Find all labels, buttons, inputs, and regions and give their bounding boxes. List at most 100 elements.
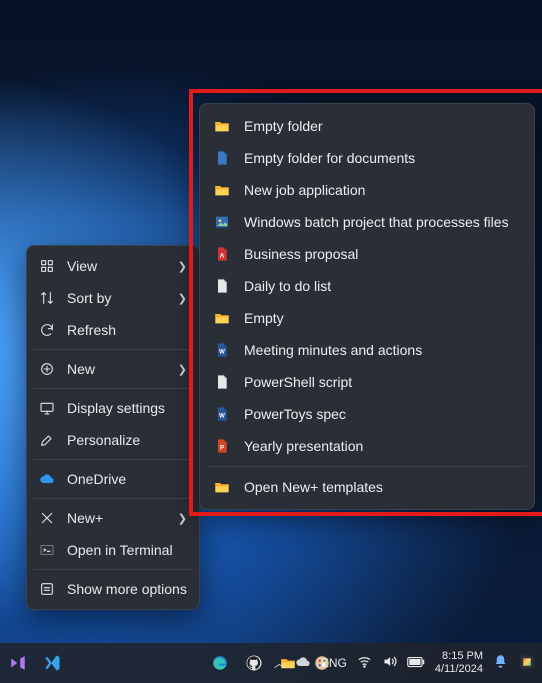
newplus-item-empty[interactable]: Empty: [200, 302, 534, 334]
newplus-footer-label: Open New+ templates: [244, 479, 383, 495]
ctx-new-[interactable]: New+ ❯: [27, 502, 199, 534]
newplus-submenu: Empty folder Empty folder for documents Ne…: [199, 103, 535, 510]
edge-icon[interactable]: [206, 649, 234, 677]
newplus-item-windows-batch-project-that-processes-files[interactable]: Windows batch project that processes fil…: [200, 206, 534, 238]
ctx-separator: [33, 349, 193, 350]
newplus-item-label: Empty: [244, 310, 284, 326]
svg-text:W: W: [219, 413, 225, 419]
ctx-refresh[interactable]: Refresh: [27, 314, 199, 346]
newplus-item-new-job-application[interactable]: New job application: [200, 174, 534, 206]
weather-icon[interactable]: [295, 654, 311, 673]
volume-icon[interactable]: [382, 654, 397, 672]
ctx-item-label: Show more options: [67, 581, 187, 597]
folder-icon: [214, 118, 230, 134]
taskbar: ︿ ENG 8:15 PM 4/11/2024: [0, 643, 542, 683]
pdf-icon: A: [214, 246, 230, 262]
clock-time: 8:15 PM: [442, 650, 483, 663]
word-icon: W: [214, 342, 230, 358]
taskbar-left-group: [4, 649, 66, 677]
svg-text:A: A: [220, 253, 225, 259]
newplus-item-empty-folder-for-documents[interactable]: Empty folder for documents: [200, 142, 534, 174]
tray-chevron-icon[interactable]: ︿: [274, 655, 285, 671]
clock-date: 4/11/2024: [435, 663, 483, 676]
wifi-icon[interactable]: [357, 654, 372, 672]
newplus-item-powershell-script[interactable]: PowerShell script: [200, 366, 534, 398]
ctx-item-label: Sort by: [67, 290, 111, 306]
folder-icon: [214, 479, 230, 495]
refresh-icon: [39, 322, 55, 338]
newplus-open-templates[interactable]: Open New+ templates: [200, 471, 534, 503]
copilot-icon[interactable]: [518, 653, 536, 674]
ctx-separator: [33, 569, 193, 570]
vscode-icon[interactable]: [38, 649, 66, 677]
plus-icon: [39, 361, 55, 377]
github-icon[interactable]: [240, 649, 268, 677]
newplus-item-label: Business proposal: [244, 246, 358, 262]
ctx-item-label: OneDrive: [67, 471, 126, 487]
newplus-item-yearly-presentation[interactable]: P Yearly presentation: [200, 430, 534, 462]
ctx-personalize[interactable]: Personalize: [27, 424, 199, 456]
chevron-right-icon: ❯: [178, 363, 187, 376]
ctx-item-label: Personalize: [67, 432, 140, 448]
taskbar-clock[interactable]: 8:15 PM 4/11/2024: [435, 650, 483, 676]
newplus-item-label: Daily to do list: [244, 278, 331, 294]
folder-icon: [214, 310, 230, 326]
text-icon: [214, 374, 230, 390]
ctx-item-label: View: [67, 258, 97, 274]
brush-icon: [39, 432, 55, 448]
newplus-icon: [39, 510, 55, 526]
ppt-icon: P: [214, 438, 230, 454]
desktop-context-menu: View ❯ Sort by ❯ Refresh New ❯ Display settings…: [26, 245, 200, 610]
ctx-open-in-terminal[interactable]: Open in Terminal: [27, 534, 199, 566]
newplus-item-label: Empty folder for documents: [244, 150, 415, 166]
chevron-right-icon: ❯: [178, 512, 187, 525]
newplus-item-empty-folder[interactable]: Empty folder: [200, 110, 534, 142]
ctx-separator: [33, 388, 193, 389]
ctx-separator: [33, 498, 193, 499]
display-icon: [39, 400, 55, 416]
ctx-item-label: Display settings: [67, 400, 165, 416]
ctx-show-more-options[interactable]: Show more options: [27, 573, 199, 605]
newplus-item-label: PowerShell script: [244, 374, 352, 390]
ctx-sort-by[interactable]: Sort by ❯: [27, 282, 199, 314]
newplus-item-meeting-minutes-and-actions[interactable]: W Meeting minutes and actions: [200, 334, 534, 366]
newplus-item-label: Empty folder: [244, 118, 323, 134]
newplus-item-powertoys-spec[interactable]: W PowerToys spec: [200, 398, 534, 430]
svg-text:P: P: [220, 445, 224, 451]
svg-text:W: W: [219, 349, 225, 355]
newplus-item-daily-to-do-list[interactable]: Daily to do list: [200, 270, 534, 302]
cloud-icon: [39, 471, 55, 487]
newplus-item-label: Meeting minutes and actions: [244, 342, 422, 358]
doc-blue-icon: [214, 150, 230, 166]
grid-icon: [39, 258, 55, 274]
newplus-item-label: PowerToys spec: [244, 406, 346, 422]
text-icon: [214, 278, 230, 294]
ctx-display-settings[interactable]: Display settings: [27, 392, 199, 424]
ctx-item-label: Open in Terminal: [67, 542, 173, 558]
battery-icon[interactable]: [407, 656, 425, 671]
ctx-item-label: Refresh: [67, 322, 116, 338]
ctx-separator: [33, 459, 193, 460]
sort-icon: [39, 290, 55, 306]
terminal-icon: [39, 542, 55, 558]
chevron-right-icon: ❯: [178, 260, 187, 273]
newplus-item-label: Yearly presentation: [244, 438, 363, 454]
ctx-new[interactable]: New ❯: [27, 353, 199, 385]
submenu-separator: [208, 466, 526, 467]
ctx-item-label: New+: [67, 510, 103, 526]
ctx-onedrive[interactable]: OneDrive: [27, 463, 199, 495]
word-icon: W: [214, 406, 230, 422]
more-icon: [39, 581, 55, 597]
chevron-right-icon: ❯: [178, 292, 187, 305]
taskbar-tray: ︿ ENG 8:15 PM 4/11/2024: [274, 650, 536, 676]
newplus-item-business-proposal[interactable]: A Business proposal: [200, 238, 534, 270]
vs-icon[interactable]: [4, 649, 32, 677]
language-indicator[interactable]: ENG: [321, 656, 347, 670]
ctx-view[interactable]: View ❯: [27, 250, 199, 282]
ctx-item-label: New: [67, 361, 95, 377]
notifications-icon[interactable]: [493, 654, 508, 672]
newplus-item-label: Windows batch project that processes fil…: [244, 214, 509, 230]
folder-icon: [214, 182, 230, 198]
picture-icon: [214, 214, 230, 230]
newplus-item-label: New job application: [244, 182, 365, 198]
